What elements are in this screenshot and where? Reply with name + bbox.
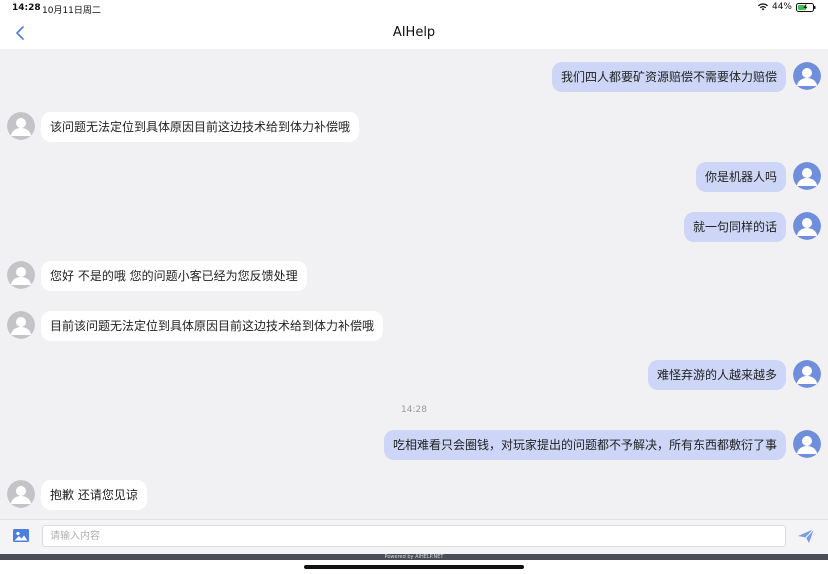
chat-timestamp: 14:28: [401, 405, 427, 415]
agent-avatar-icon: [7, 261, 35, 289]
status-indicators: 44%: [757, 2, 816, 12]
agent-message-bubble: 目前该问题无法定位到具体原因目前这边技术给到体力补偿哦: [41, 311, 384, 341]
agent-message-bubble: 抱歉 还请您见谅: [41, 480, 147, 510]
user-avatar-icon: [793, 430, 821, 458]
home-indicator[interactable]: [304, 565, 524, 569]
image-upload-button[interactable]: [11, 527, 31, 545]
page-title: AIHelp: [392, 25, 436, 40]
user-message-bubble: 吃相难看只会圈钱，对玩家提出的问题都不予解决，所有东西都敷衍了事: [383, 430, 786, 460]
user-message-bubble: 我们四人都要矿资源赔偿不需要体力赔偿: [551, 62, 786, 92]
input-bar: [0, 519, 828, 554]
agent-avatar-icon: [7, 311, 35, 339]
agent-message-bubble: 您好 不是的哦 您的问题小客已经为您反馈处理: [41, 261, 307, 291]
user-avatar-icon: [793, 360, 821, 388]
message-input[interactable]: [42, 525, 786, 547]
user-message-bubble: 难怪弃游的人越来越多: [647, 360, 786, 390]
user-message-bubble: 你是机器人吗: [695, 162, 786, 192]
user-avatar-icon: [793, 62, 821, 90]
agent-avatar-icon: [7, 480, 35, 508]
status-time: 14:28: [12, 3, 41, 13]
send-icon: [798, 528, 815, 543]
user-avatar-icon: [793, 212, 821, 240]
chat-area[interactable]: 我们四人都要矿资源赔偿不需要体力赔偿 该问题无法定位到具体原因目前这边技术给到体…: [0, 49, 828, 519]
send-button[interactable]: [796, 527, 816, 545]
battery-percentage: 44%: [771, 2, 792, 12]
status-date: 10月11日周二: [42, 6, 101, 16]
agent-avatar-icon: [7, 112, 35, 140]
battery-charging-icon: [796, 2, 816, 12]
status-bar: 14:28 10月11日周二 44%: [0, 0, 828, 17]
wifi-icon: [757, 3, 768, 11]
user-avatar-icon: [793, 162, 821, 190]
user-message-bubble: 就一句同样的话: [683, 212, 786, 242]
image-icon: [13, 529, 29, 542]
agent-message-bubble: 该问题无法定位到具体原因目前这边技术给到体力补偿哦: [41, 112, 360, 142]
header: AIHelp: [0, 17, 828, 49]
